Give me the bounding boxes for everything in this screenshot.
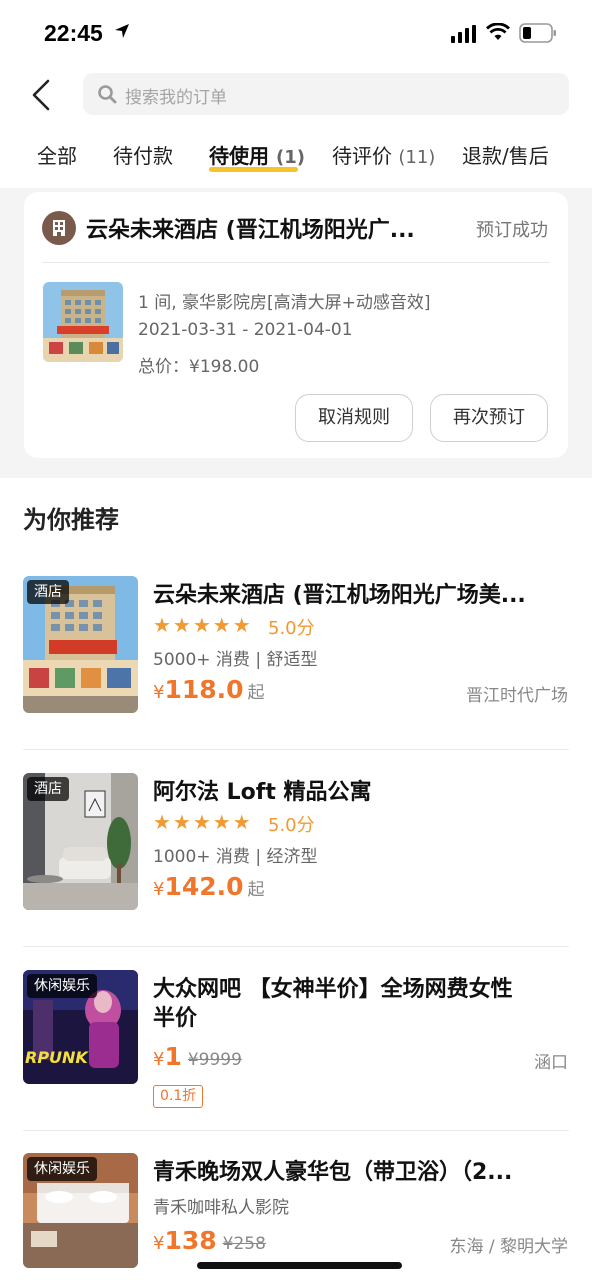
item-tag: 休闲娱乐 (27, 974, 97, 998)
order-card[interactable]: 云朵未来酒店 (晋江机场阳光广... 预订成功 1 间, 豪华影院房[高清大屏+… (24, 192, 568, 458)
item-location: 东海 / 黎明大学 (449, 1237, 568, 1257)
item-location: 涵口 (534, 1053, 568, 1073)
hotel-building-icon (42, 211, 76, 245)
item-price: ¥118.0 起 (153, 675, 265, 704)
search-icon (98, 85, 117, 104)
discount-badge: 0.1折 (153, 1085, 204, 1108)
recommend-title: 为你推荐 (23, 506, 119, 534)
divider (23, 946, 569, 947)
star-rating-icon: ★★★★★ (153, 810, 253, 834)
wifi-icon (486, 23, 510, 40)
order-hotel-name: 云朵未来酒店 (晋江机场阳光广... (86, 218, 415, 243)
search-input[interactable]: 搜索我的订单 (83, 73, 569, 115)
item-sub: 青禾咖啡私人影院 (153, 1198, 289, 1218)
status-time: 22:45 (44, 20, 103, 46)
divider (42, 262, 550, 263)
order-status: 预订成功 (476, 220, 548, 241)
location-arrow-icon (115, 24, 129, 38)
back-arrow-icon[interactable] (28, 79, 56, 111)
tab-to-review[interactable]: 待评价 (11) (332, 140, 435, 169)
order-dates: 2021-03-31 - 2021-04-01 (138, 320, 353, 340)
item-name-line1: 大众网吧 【女神半价】全场网费女性 (153, 977, 513, 1002)
item-score: 5.0分 (268, 618, 315, 639)
item-name: 青禾晚场双人豪华包（带卫浴）（2... (153, 1160, 513, 1185)
item-image: 酒店 (23, 773, 138, 910)
cancel-rule-button[interactable]: 取消规则 (295, 394, 413, 442)
svg-text:RPUNK: RPUNK (25, 1048, 89, 1067)
tab-to-use[interactable]: 待使用 (1) (209, 140, 305, 169)
active-tab-indicator (209, 167, 298, 172)
item-sub: 1000+ 消费 | 经济型 (153, 847, 318, 867)
star-rating-icon: ★★★★★ (153, 613, 253, 637)
item-image: 休闲娱乐 (23, 1153, 138, 1268)
item-tag: 酒店 (27, 580, 69, 604)
item-score: 5.0分 (268, 815, 315, 836)
battery-icon (519, 23, 556, 43)
status-bar: 22:45 (0, 0, 592, 64)
order-hotel-image (43, 282, 123, 362)
tab-refund[interactable]: 退款/售后 (462, 140, 549, 169)
order-total: 总价：¥198.00 (138, 357, 260, 377)
item-price: ¥1 ¥9999 (153, 1042, 242, 1071)
tab-all[interactable]: 全部 (37, 140, 77, 169)
item-image: 酒店 (23, 576, 138, 713)
item-location: 晋江时代广场 (466, 686, 568, 706)
item-name-line2: 半价 (153, 1006, 198, 1031)
item-name: 云朵未来酒店 (晋江机场阳光广场美... (153, 583, 526, 608)
cellular-signal-icon (451, 25, 476, 43)
item-sub: 5000+ 消费 | 舒适型 (153, 650, 318, 670)
item-tag: 休闲娱乐 (27, 1157, 97, 1181)
tab-pending-payment[interactable]: 待付款 (113, 140, 173, 169)
divider (23, 749, 569, 750)
item-name: 阿尔法 Loft 精品公寓 (153, 780, 372, 805)
item-price: ¥142.0 起 (153, 872, 265, 901)
search-placeholder: 搜索我的订单 (125, 88, 227, 108)
home-indicator[interactable] (197, 1262, 402, 1269)
order-tabs: 全部 待付款 待使用 (1) 待评价 (11) 退款/售后 (0, 136, 592, 176)
order-room-info: 1 间, 豪华影院房[高清大屏+动感音效] (138, 293, 431, 313)
item-image: RPUNK 休闲娱乐 (23, 970, 138, 1084)
rebook-button[interactable]: 再次预订 (430, 394, 548, 442)
item-tag: 酒店 (27, 777, 69, 801)
item-price: ¥138 ¥258 (153, 1226, 266, 1255)
divider (23, 1130, 569, 1131)
